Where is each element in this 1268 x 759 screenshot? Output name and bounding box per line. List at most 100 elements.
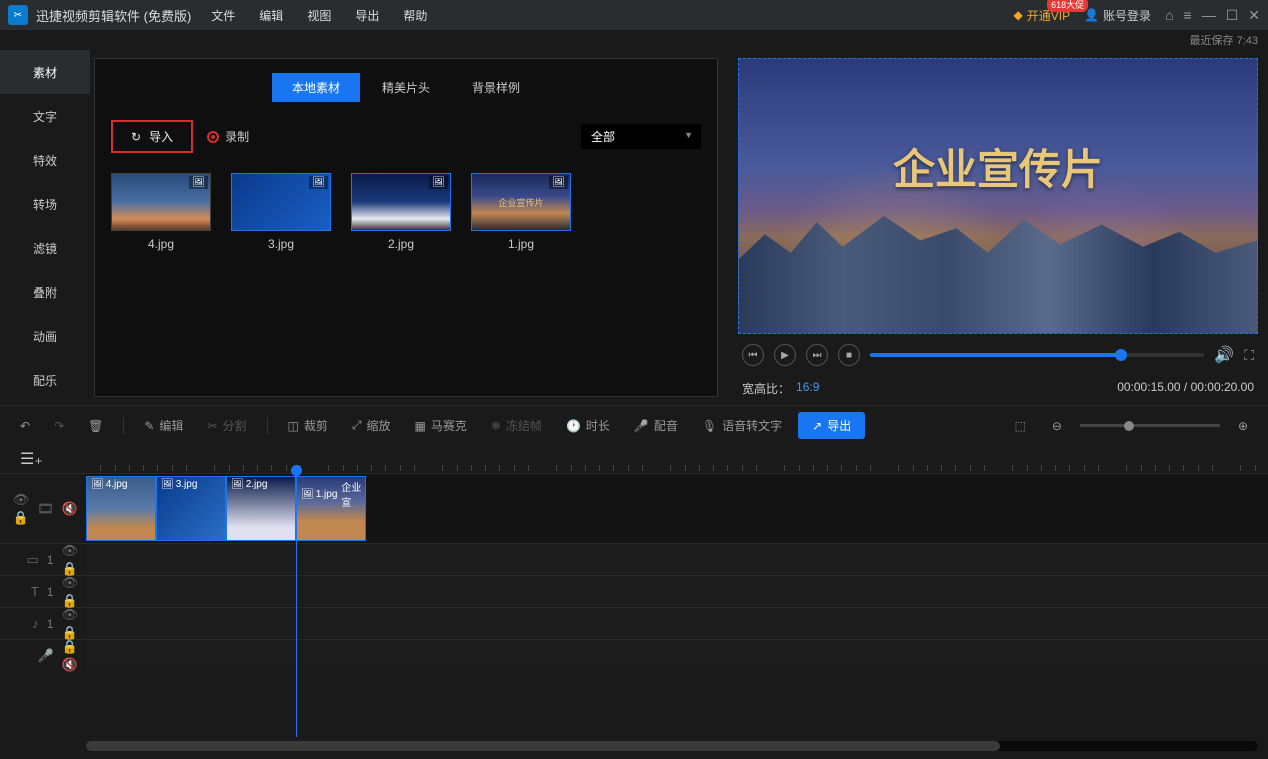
lock-icon[interactable]: 🔒 [62,639,78,655]
last-save-label: 最近保存 7:43 [0,30,1268,50]
progress-bar[interactable] [870,353,1204,357]
sidebar-item-transition[interactable]: 转场 [0,182,90,226]
tab-intros[interactable]: 精美片头 [362,73,450,102]
vip-button[interactable]: ◆ 开通VIP 618大促 [1014,7,1071,24]
stop-button[interactable]: ■ [838,344,860,366]
vip-badge: 618大促 [1047,0,1088,12]
mute-icon[interactable]: 🔇 [62,501,78,517]
redo-button[interactable]: ↷ [46,415,72,437]
voice2text-button[interactable]: 🎙 语音转文字 [694,413,790,438]
menu-view[interactable]: 视图 [307,7,331,24]
horizontal-scrollbar[interactable] [86,741,1258,751]
delete-button[interactable]: 🗑 [80,415,111,437]
menu-file[interactable]: 文件 [211,7,235,24]
duration-button[interactable]: 🕐 时长 [558,413,618,438]
ratio-value[interactable]: 16:9 [796,380,819,397]
fit-button[interactable]: ⬚ [1007,415,1034,437]
visibility-icon[interactable]: 👁 [13,492,30,508]
material-panel: 本地素材 精美片头 背景样例 ↻ 导入 录制 全部 🖼 4.jpg 🖼 [94,58,718,397]
sidebar-item-animation[interactable]: 动画 [0,314,90,358]
timeline-clip[interactable]: 🖼 2.jpg [226,476,296,541]
image-icon: 🖼 [549,176,568,189]
image-icon: 🖼 [309,176,328,189]
sidebar-item-effects[interactable]: 特效 [0,138,90,182]
maximize-icon[interactable]: ☐ [1226,7,1239,24]
fullscreen-icon[interactable]: ⛶ [1244,347,1254,364]
split-button[interactable]: ✂ 分割 [199,413,254,438]
media-thumb[interactable]: 🖼 3.jpg [231,173,331,251]
timeline: ☰₊ 00:00:00.0000:00:08.0000:00:16.0000:0… [0,445,1268,755]
menu-help[interactable]: 帮助 [403,7,427,24]
add-track-button[interactable]: ☰₊ [20,449,43,469]
zoom-out-button[interactable]: ⊖ [1044,415,1070,437]
scale-button[interactable]: ⤢ 缩放 [344,413,399,438]
filter-select[interactable]: 全部 [581,124,701,149]
crop-button[interactable]: ◫ 裁剪 [280,413,336,438]
edit-button[interactable]: ✎ 编辑 [136,413,191,438]
close-icon[interactable]: ✕ [1248,7,1260,24]
timeline-clip[interactable]: 🖼 1.jpg企业宣 [296,476,366,541]
next-button[interactable]: ⏭ [806,344,828,366]
zoom-slider[interactable] [1080,424,1220,427]
play-button[interactable]: ▶ [774,344,796,366]
sidebar-item-overlay[interactable]: 叠附 [0,270,90,314]
preview-screen[interactable]: 企业宣传片 [738,58,1258,334]
menu-export[interactable]: 导出 [355,7,379,24]
volume-icon[interactable]: 🔊 [1214,345,1234,365]
image-icon: 🖼 [429,176,448,189]
record-button[interactable]: 录制 [207,128,249,145]
tab-local[interactable]: 本地素材 [272,73,360,102]
dub-button[interactable]: 🎤 配音 [626,413,686,438]
media-thumb[interactable]: 企业宣传片🖼 1.jpg [471,173,571,251]
main-menu: 文件 编辑 视图 导出 帮助 [211,7,427,24]
text-track-icon: T [31,584,39,599]
record-icon [207,131,219,143]
import-button[interactable]: ↻ 导入 [111,120,193,153]
timeline-ruler[interactable]: 00:00:00.0000:00:08.0000:00:16.0000:00:2… [86,451,1268,473]
account-button[interactable]: 👤 账号登录 [1084,7,1151,24]
app-logo: ✂ [8,5,28,25]
video-track: 👁 🔒 🎞 🔇 🖼 4.jpg 🖼 3.jpg 🖼 2.jpg 🖼 1.jpg企业… [0,473,1268,543]
mic-track-icon: 🎤 [38,648,54,664]
export-button[interactable]: ↗ 导出 [798,412,865,439]
mosaic-button[interactable]: ▦ 马赛克 [407,413,475,438]
zoom-in-button[interactable]: ⊕ [1230,415,1256,437]
media-thumb[interactable]: 🖼 2.jpg [351,173,451,251]
text-track: T1👁🔒 [0,575,1268,607]
track-body[interactable] [86,608,1268,639]
visibility-icon[interactable]: 👁 [61,543,78,559]
tab-backgrounds[interactable]: 背景样例 [452,73,540,102]
playhead[interactable] [296,469,297,737]
import-icon: ↻ [131,130,141,144]
minimize-icon[interactable]: — [1202,7,1216,24]
sidebar-item-filter[interactable]: 滤镜 [0,226,90,270]
timeline-clip[interactable]: 🖼 4.jpg [86,476,156,541]
lock-icon[interactable]: 🔒 [13,510,30,526]
hamburger-icon[interactable]: ≡ [1184,7,1192,24]
time-display: 00:00:15.00 / 00:00:20.00 [1117,380,1254,397]
preview-area: 企业宣传片 ⏮ ▶ ⏭ ■ 🔊 ⛶ 宽高比： 16:9 00:00:15.00 … [728,50,1268,405]
media-thumb[interactable]: 🖼 4.jpg [111,173,211,251]
mic-track: 🎤 🔒 🔇 [0,639,1268,671]
timeline-clip[interactable]: 🖼 3.jpg [156,476,226,541]
overlay-track: ▭1👁🔒 [0,543,1268,575]
track-body[interactable] [86,640,1268,671]
prev-button[interactable]: ⏮ [742,344,764,366]
track-body[interactable]: 🖼 4.jpg 🖼 3.jpg 🖼 2.jpg 🖼 1.jpg企业宣 [86,474,1268,543]
freeze-button[interactable]: ❄ 冻结帧 [483,413,550,438]
track-body[interactable] [86,576,1268,607]
track-body[interactable] [86,544,1268,575]
menu-edit[interactable]: 编辑 [259,7,283,24]
edit-toolbar: ↶ ↷ 🗑 ✎ 编辑 ✂ 分割 ◫ 裁剪 ⤢ 缩放 ▦ 马赛克 ❄ 冻结帧 🕐 … [0,405,1268,445]
mute-icon[interactable]: 🔇 [62,657,78,673]
sidebar-item-material[interactable]: 素材 [0,50,90,94]
video-track-icon: 🎞 [37,501,54,517]
sidebar-item-music[interactable]: 配乐 [0,358,90,402]
visibility-icon[interactable]: 👁 [61,575,78,591]
visibility-icon[interactable]: 👁 [61,607,78,623]
ratio-label: 宽高比： [742,380,790,397]
overlay-track-icon: ▭ [27,552,39,568]
undo-button[interactable]: ↶ [12,415,38,437]
home-icon[interactable]: ⌂ [1165,7,1173,24]
sidebar-item-text[interactable]: 文字 [0,94,90,138]
